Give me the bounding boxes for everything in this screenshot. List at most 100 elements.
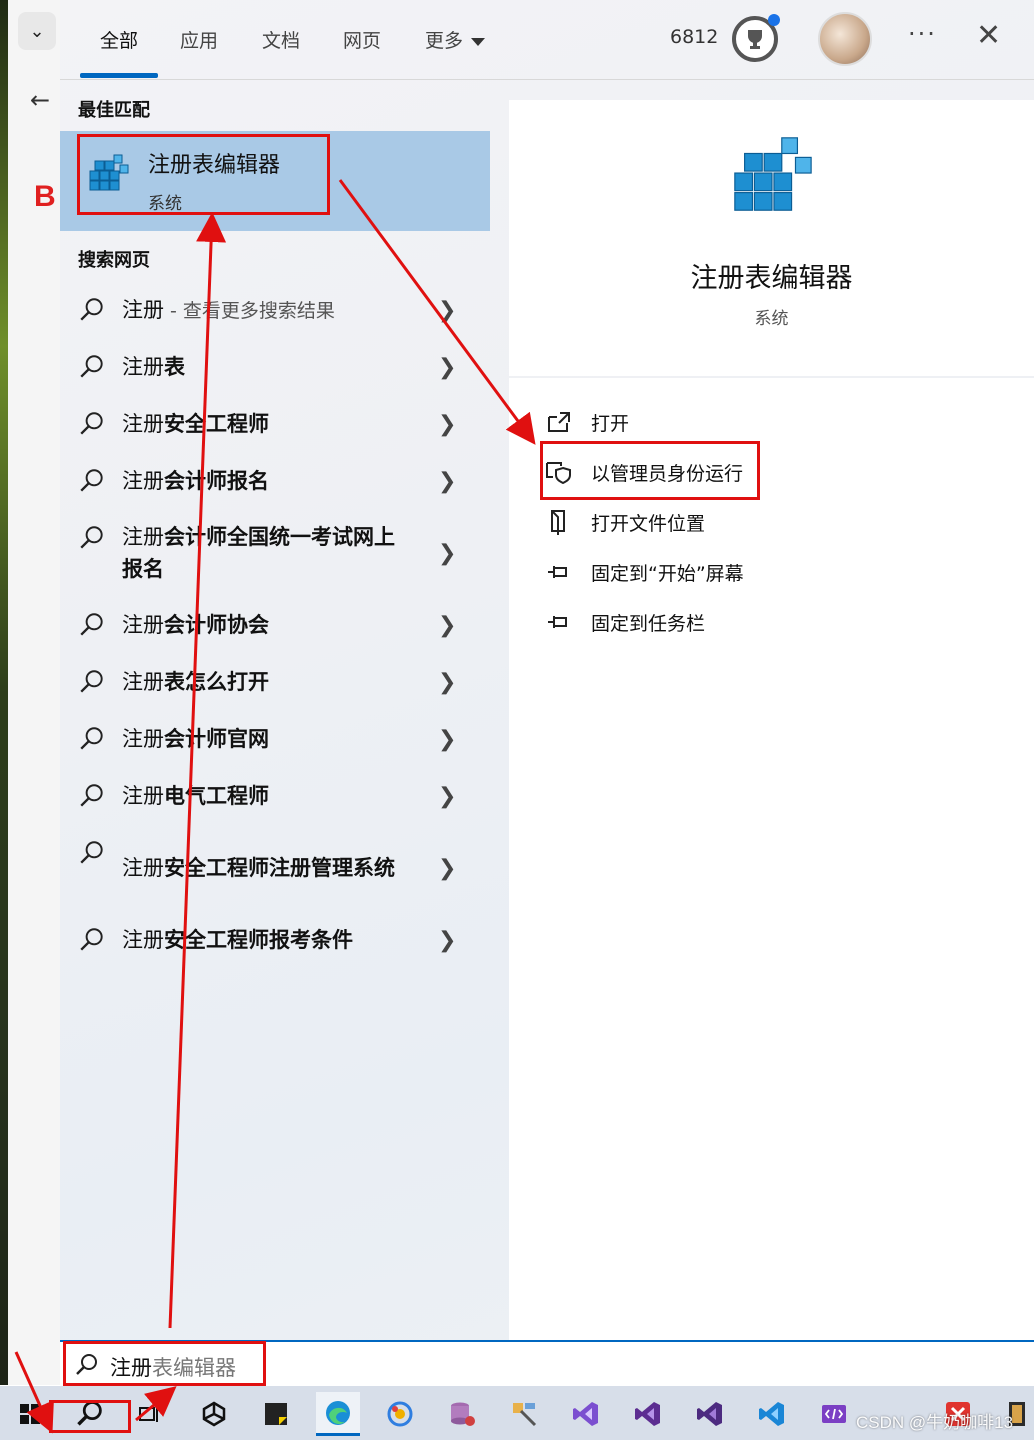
web-suggestion-item[interactable]: 注册会计师协会 ❯	[60, 597, 490, 654]
database-icon[interactable]	[440, 1392, 484, 1436]
tab-web[interactable]: 网页	[343, 26, 381, 53]
web-suggestion-completion: 表	[164, 355, 185, 379]
task-view-icon[interactable]	[128, 1392, 172, 1436]
search-icon	[80, 613, 103, 636]
web-suggestion-item[interactable]: 注册 - 查看更多搜索结果 ❯	[60, 282, 490, 339]
open-external-icon	[545, 408, 573, 436]
avatar[interactable]	[818, 12, 872, 66]
registry-editor-icon	[89, 154, 129, 191]
web-suggestion-item[interactable]: 注册电气工程师 ❯	[60, 768, 490, 825]
web-suggestion-text: 注册安全工程师注册管理系统	[122, 852, 402, 885]
web-suggestion-item[interactable]: 注册安全工程师 ❯	[60, 396, 490, 453]
best-match-title: 注册表编辑器	[148, 153, 281, 178]
web-suggestion-prefix: 注册	[122, 727, 164, 751]
web-suggestion-prefix: 注册	[122, 856, 164, 880]
chevron-right-icon[interactable]: ❯	[438, 928, 456, 953]
tab-more[interactable]: 更多	[425, 26, 486, 53]
chevron-right-icon[interactable]: ❯	[438, 856, 456, 881]
web-suggestion-prefix: 注册	[122, 469, 164, 493]
notification-dot	[768, 14, 780, 26]
chevron-right-icon[interactable]: ❯	[438, 412, 456, 437]
web-suggestion-text: 注册安全工程师报考条件	[122, 924, 402, 957]
tab-apps[interactable]: 应用	[180, 26, 218, 53]
web-suggestion-text: 注册会计师报名	[122, 465, 402, 498]
unity-icon[interactable]	[192, 1392, 236, 1436]
detail-header: 注册表编辑器 系统	[509, 100, 1034, 376]
web-suggestion-completion: 会计师协会	[164, 613, 269, 637]
chevron-right-icon[interactable]: ❯	[438, 784, 456, 809]
web-suggestion-prefix: 注册	[122, 613, 164, 637]
action-open[interactable]: 打开	[545, 408, 629, 436]
tab-more-label: 更多	[425, 30, 464, 52]
back-arrow-icon[interactable]: ←	[30, 86, 50, 114]
search-icon	[80, 727, 103, 750]
web-suggestion-text: 注册 - 查看更多搜索结果	[122, 294, 402, 327]
search-icon	[80, 784, 103, 807]
sticky-notes-icon[interactable]	[254, 1392, 298, 1436]
web-suggestion-item[interactable]: 注册会计师全国统一考试网上报名 ❯	[60, 510, 490, 597]
tab-all[interactable]: 全部	[100, 26, 138, 53]
web-suggestion-text: 注册会计师协会	[122, 609, 402, 642]
start-icon[interactable]	[8, 1392, 52, 1436]
dev-tool-icon[interactable]	[812, 1392, 856, 1436]
search-icon	[80, 928, 103, 951]
web-suggestion-item[interactable]: 注册表 ❯	[60, 339, 490, 396]
detail-actions: 打开 以管理员身份运行 打开文件位置 固定到“开始”屏幕 固定到任务栏	[509, 378, 1034, 1340]
web-suggestion-text: 注册电气工程师	[122, 780, 402, 813]
search-tabs-bar: 全部 应用 文档 网页 更多 6812 ··· ✕	[60, 0, 1034, 80]
action-pin-to-taskbar[interactable]: 固定到任务栏	[545, 608, 705, 636]
chevron-down-icon[interactable]: ⌄	[18, 12, 56, 50]
visual-studio-icon[interactable]	[626, 1392, 670, 1436]
action-open-file-location[interactable]: 打开文件位置	[545, 508, 705, 536]
best-match-result[interactable]: 注册表编辑器 系统	[60, 131, 490, 231]
web-suggestion-completion: 安全工程师报考条件	[164, 928, 353, 952]
search-icon[interactable]	[68, 1392, 112, 1436]
search-icon	[76, 1354, 97, 1375]
web-suggestion-item[interactable]: 注册会计师报名 ❯	[60, 453, 490, 510]
web-suggestion-prefix: 注册	[122, 784, 164, 808]
chevron-right-icon[interactable]: ❯	[438, 541, 456, 566]
chevron-right-icon[interactable]: ❯	[438, 298, 456, 323]
close-icon[interactable]: ✕	[976, 18, 1001, 53]
chrome-like-icon[interactable]	[378, 1392, 422, 1436]
tools-icon[interactable]	[502, 1392, 546, 1436]
web-suggestion-item[interactable]: 注册安全工程师注册管理系统 ❯	[60, 825, 490, 912]
search-input[interactable]: 注册表编辑器	[110, 1352, 236, 1382]
search-box[interactable]: 注册表编辑器	[60, 1340, 1034, 1386]
chevron-right-icon[interactable]: ❯	[438, 670, 456, 695]
ellipsis-icon[interactable]: ···	[908, 20, 937, 48]
action-run-as-admin-label: 以管理员身份运行	[591, 462, 744, 485]
pin-icon	[545, 558, 573, 586]
web-suggestion-text: 注册会计师全国统一考试网上报名	[122, 521, 402, 586]
web-suggestion-item[interactable]: 注册表怎么打开 ❯	[60, 654, 490, 711]
search-icon	[80, 526, 103, 549]
vs-blue-icon[interactable]	[564, 1392, 608, 1436]
action-run-as-admin[interactable]: 以管理员身份运行	[545, 458, 743, 486]
chevron-right-icon[interactable]: ❯	[438, 727, 456, 752]
action-pin-to-start-label: 固定到“开始”屏幕	[591, 562, 744, 585]
chevron-right-icon[interactable]: ❯	[438, 469, 456, 494]
web-suggestion-completion: 会计师报名	[164, 469, 269, 493]
edge-icon[interactable]	[316, 1392, 360, 1436]
web-suggestion-completion: 电气工程师	[164, 784, 269, 808]
chevron-right-icon[interactable]: ❯	[438, 355, 456, 380]
pin-icon	[545, 608, 573, 636]
chevron-right-icon[interactable]: ❯	[438, 613, 456, 638]
visual-studio-preview-icon[interactable]	[688, 1392, 732, 1436]
caret-down-icon	[471, 37, 486, 46]
web-suggestion-prefix: 注册	[122, 525, 164, 549]
tab-documents[interactable]: 文档	[262, 26, 300, 53]
web-suggestion-prefix: 注册	[122, 670, 164, 694]
action-pin-to-start[interactable]: 固定到“开始”屏幕	[545, 558, 744, 586]
web-suggestion-completion: 安全工程师	[164, 412, 269, 436]
web-suggestion-item[interactable]: 注册会计师官网 ❯	[60, 711, 490, 768]
best-match-heading: 最佳匹配	[78, 100, 150, 121]
web-suggestion-completion: 表怎么打开	[164, 670, 269, 694]
web-suggestion-item[interactable]: 注册安全工程师报考条件 ❯	[60, 912, 490, 969]
search-icon	[80, 355, 103, 378]
web-suggestion-completion: 安全工程师注册管理系统	[164, 856, 395, 880]
vscode-icon[interactable]	[750, 1392, 794, 1436]
action-open-label: 打开	[591, 412, 630, 435]
search-icon	[80, 412, 103, 435]
action-open-file-location-label: 打开文件位置	[591, 512, 706, 535]
